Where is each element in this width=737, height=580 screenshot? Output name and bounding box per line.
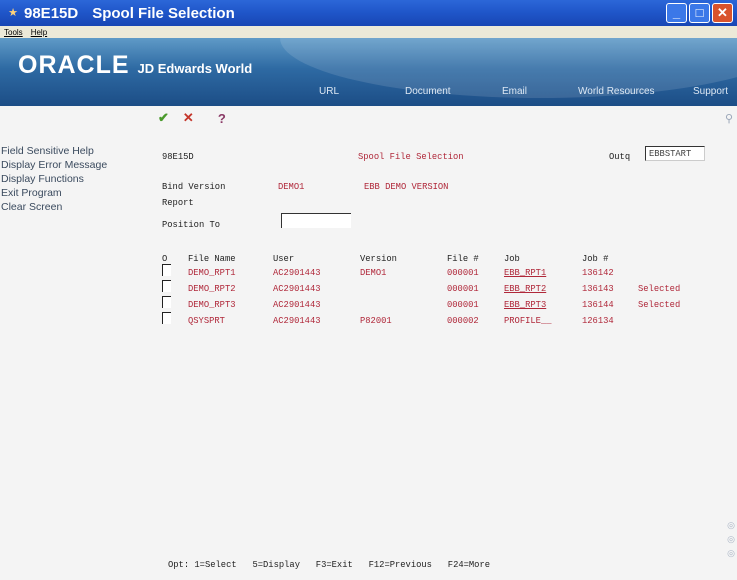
col-header-job-no: Job #	[582, 254, 609, 264]
row-status: Selected	[638, 300, 681, 310]
nav-email[interactable]: Email	[502, 86, 527, 97]
menu-help[interactable]: Help	[31, 28, 47, 37]
row-select-checkbox[interactable]	[162, 296, 171, 308]
row-file-name: DEMO_RPT1	[188, 268, 236, 278]
row-select-checkbox[interactable]	[162, 264, 171, 276]
row-file-name: DEMO_RPT3	[188, 300, 236, 310]
row-job: EBB_RPT2	[504, 284, 547, 294]
oracle-logo: ORACLE JD Edwards World	[18, 51, 252, 80]
row-version: DEMO1	[360, 268, 387, 278]
row-job-no: 136142	[582, 268, 614, 278]
maximize-button[interactable]: □	[689, 3, 710, 23]
sidebar-item-clear-screen[interactable]: Clear Screen	[0, 200, 155, 214]
row-file-name: QSYSPRT	[188, 316, 225, 326]
logo-text: ORACLE	[18, 51, 130, 79]
row-job-no: 136143	[582, 284, 614, 294]
window-code: 98E15D	[24, 4, 79, 22]
row-file-no: 000001	[447, 268, 479, 278]
nav-url[interactable]: URL	[319, 86, 339, 97]
row-job-no: 126134	[582, 316, 614, 326]
outq-value: EBBSTART	[649, 149, 692, 159]
scroll-mid-icon[interactable]: ◎	[727, 534, 735, 545]
oracle-header: ORACLE JD Edwards World URL Document Ema…	[0, 38, 737, 106]
row-version: P82001	[360, 316, 392, 326]
nav-document[interactable]: Document	[405, 86, 451, 97]
col-header-version: Version	[360, 254, 397, 264]
row-select-checkbox[interactable]	[162, 280, 171, 292]
function-key-footer: Opt: 1=Select 5=Display F3=Exit F12=Prev…	[168, 560, 491, 570]
scroll-down-icon[interactable]: ◎	[727, 548, 735, 559]
nav-support[interactable]: Support	[693, 86, 728, 97]
sidebar-item-error-message[interactable]: Display Error Message	[0, 158, 155, 172]
row-file-no: 000001	[447, 284, 479, 294]
function-sidebar: Field Sensitive Help Display Error Messa…	[0, 144, 155, 214]
form-title: Spool File Selection	[358, 152, 464, 162]
row-user: AC2901443	[273, 300, 321, 310]
outq-field[interactable]: EBBSTART	[645, 146, 705, 161]
nav-world-resources[interactable]: World Resources	[578, 86, 655, 97]
menu-tools[interactable]: Tools	[4, 28, 23, 37]
green-screen-form: 98E15D Spool File Selection Outq EBBSTAR…	[160, 106, 737, 580]
close-button[interactable]: ✕	[712, 3, 733, 23]
bind-version-label: Bind Version	[162, 182, 226, 192]
row-user: AC2901443	[273, 284, 321, 294]
col-header-job: Job	[504, 254, 520, 264]
col-header-file-name: File Name	[188, 254, 236, 264]
row-job: EBB_RPT1	[504, 268, 547, 278]
position-to-input[interactable]	[281, 213, 351, 228]
row-job-no: 136144	[582, 300, 614, 310]
scroll-up-icon[interactable]: ◎	[727, 520, 735, 531]
row-job: EBB_RPT3	[504, 300, 547, 310]
position-to-label: Position To	[162, 220, 221, 230]
row-status: Selected	[638, 284, 681, 294]
row-select-checkbox[interactable]	[162, 312, 171, 324]
col-header-option: O	[162, 254, 168, 264]
row-file-name: DEMO_RPT2	[188, 284, 236, 294]
content-area: ✔ ✕ ? ⚲ Field Sensitive Help Display Err…	[0, 106, 737, 580]
sidebar-item-exit-program[interactable]: Exit Program	[0, 186, 155, 200]
row-file-no: 000002	[447, 316, 479, 326]
title-bar: ★ 98E15D Spool File Selection _ □ ✕	[0, 0, 737, 26]
bind-version-value: DEMO1	[278, 182, 305, 192]
sidebar-item-field-help[interactable]: Field Sensitive Help	[0, 144, 155, 158]
row-file-no: 000001	[447, 300, 479, 310]
menu-bar: Tools Help	[0, 26, 737, 38]
minimize-button[interactable]: _	[666, 3, 687, 23]
sidebar-item-display-functions[interactable]: Display Functions	[0, 172, 155, 186]
spool-icon: ★	[8, 7, 18, 19]
report-label: Report	[162, 198, 194, 208]
col-header-user: User	[273, 254, 295, 264]
col-header-file-no: File #	[447, 254, 479, 264]
product-name: JD Edwards World	[137, 61, 253, 76]
window-title: Spool File Selection	[92, 4, 235, 22]
row-user: AC2901443	[273, 316, 321, 326]
form-id: 98E15D	[162, 152, 194, 162]
outq-label: Outq	[609, 152, 631, 162]
bind-version-desc: EBB DEMO VERSION	[364, 182, 449, 192]
row-user: AC2901443	[273, 268, 321, 278]
row-job: PROFILE__	[504, 316, 552, 326]
